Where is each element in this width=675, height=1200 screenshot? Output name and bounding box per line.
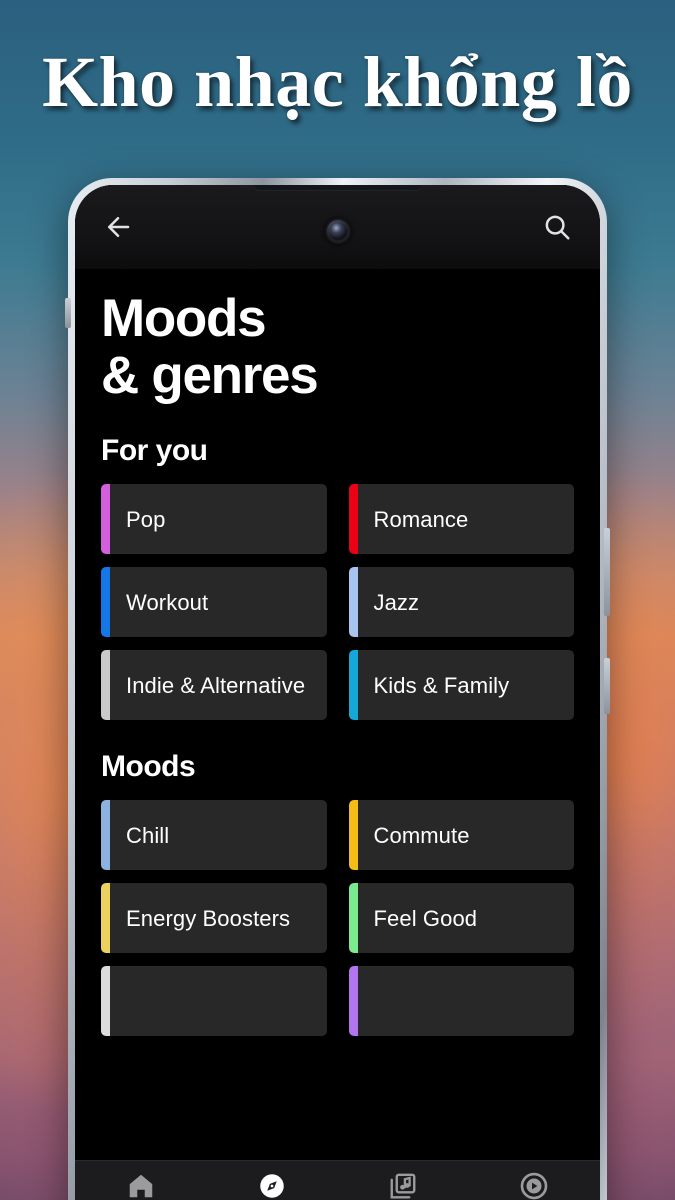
chip-kids-family[interactable]: Kids & Family xyxy=(348,650,574,721)
chip-accent-bar xyxy=(348,650,358,721)
chip-pop[interactable]: Pop xyxy=(101,484,327,555)
chip-accent-bar xyxy=(101,966,110,1037)
chip-energy-boosters[interactable]: Energy Boosters xyxy=(101,883,327,954)
page-title-line-2: & genres xyxy=(101,345,319,405)
power-button[interactable] xyxy=(604,658,610,714)
promo-headline: Kho nhạc khổng lồ xyxy=(42,42,633,122)
page-title-line-1: Moods xyxy=(101,289,267,348)
play-circle-icon xyxy=(521,1172,548,1200)
chip-accent-bar xyxy=(101,484,110,555)
app-top-bar xyxy=(75,185,600,269)
promo-poster: Kho nhạc khổng lồ Moods & genres For you… xyxy=(0,0,675,1200)
chip-label: Romance xyxy=(373,506,469,532)
chip-accent-bar xyxy=(348,800,358,871)
chip-partially-visible-right[interactable] xyxy=(348,966,574,1037)
mute-switch[interactable] xyxy=(65,298,71,328)
search-icon xyxy=(545,215,570,240)
chip-accent-bar xyxy=(348,966,358,1037)
chip-accent-bar xyxy=(101,800,110,871)
volume-button[interactable] xyxy=(604,528,610,616)
search-button[interactable] xyxy=(536,206,578,248)
phone-screen-bezel: Moods & genres For you Pop Romance Worko… xyxy=(75,185,600,1200)
chip-commute[interactable]: Commute xyxy=(348,800,574,871)
chip-partially-visible-left[interactable] xyxy=(101,966,327,1037)
bottom-navigation-bar: Home Explore xyxy=(75,1160,600,1200)
chip-label: Indie & Alternative xyxy=(126,672,306,698)
chip-label: Energy Boosters xyxy=(126,905,291,931)
nav-item-upgrade[interactable]: Upgrade xyxy=(469,1171,600,1200)
home-icon xyxy=(129,1174,152,1198)
chip-label: Chill xyxy=(126,822,170,848)
chip-accent-bar xyxy=(348,567,358,638)
chip-indie-alternative[interactable]: Indie & Alternative xyxy=(101,650,327,721)
chip-label: Commute xyxy=(373,822,470,848)
chip-grid-moods: Chill Commute Energy Boosters Feel Good xyxy=(75,800,600,1037)
nav-item-explore[interactable]: Explore xyxy=(206,1171,337,1200)
phone-mockup: Moods & genres For you Pop Romance Worko… xyxy=(65,178,610,1200)
chip-grid-for-you: Pop Romance Workout Jazz Indie & Alterna… xyxy=(75,484,600,721)
section-title-for-you: For you xyxy=(101,434,208,468)
chip-accent-bar xyxy=(348,484,358,555)
earpiece-speaker xyxy=(253,185,422,191)
section-title-moods: Moods xyxy=(101,750,196,784)
library-icon xyxy=(390,1173,416,1199)
chip-jazz[interactable]: Jazz xyxy=(348,567,574,638)
front-camera-icon xyxy=(326,220,349,242)
screen-content: Moods & genres For you Pop Romance Worko… xyxy=(75,269,600,1160)
nav-item-home[interactable]: Home xyxy=(75,1171,206,1200)
chip-romance[interactable]: Romance xyxy=(348,484,574,555)
chip-label: Jazz xyxy=(373,589,420,615)
nav-item-library[interactable]: Library xyxy=(338,1171,469,1200)
chip-accent-bar xyxy=(101,883,110,954)
arrow-left-icon xyxy=(108,217,130,237)
chip-label: Kids & Family xyxy=(373,672,510,698)
compass-icon xyxy=(260,1174,284,1198)
page-title: Moods & genres xyxy=(75,269,600,404)
chip-chill[interactable]: Chill xyxy=(101,800,327,871)
back-button[interactable] xyxy=(97,206,139,248)
chip-label: Feel Good xyxy=(373,905,478,931)
chip-label: Workout xyxy=(126,589,209,615)
chip-accent-bar xyxy=(101,650,110,721)
chip-accent-bar xyxy=(101,567,110,638)
chip-label: Pop xyxy=(126,506,166,532)
chip-workout[interactable]: Workout xyxy=(101,567,327,638)
chip-accent-bar xyxy=(348,883,358,954)
chip-feel-good[interactable]: Feel Good xyxy=(348,883,574,954)
app-screen: Moods & genres For you Pop Romance Worko… xyxy=(75,185,600,1200)
